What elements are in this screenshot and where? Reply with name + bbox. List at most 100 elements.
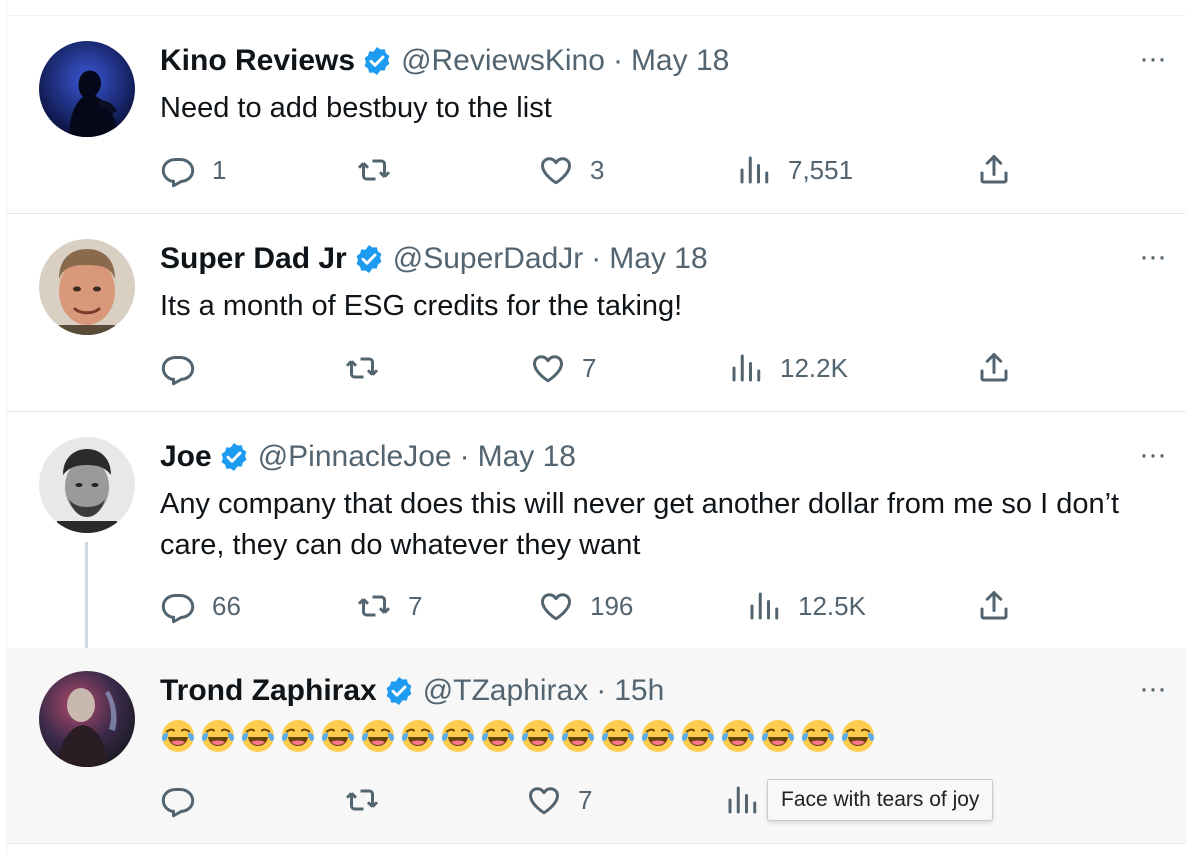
- action-bar: 1 3 7,551: [160, 150, 1186, 190]
- retweet-button[interactable]: [344, 348, 396, 388]
- share-button[interactable]: [976, 348, 1012, 388]
- thread-connector: [85, 542, 88, 662]
- retweet-button[interactable]: 7: [356, 586, 422, 626]
- face-with-tears-of-joy-icon: [840, 718, 876, 754]
- tweet[interactable]: Super Dad Jr @SuperDadJr · May 18 ··· It…: [6, 214, 1186, 412]
- share-button[interactable]: [976, 586, 1012, 626]
- views-icon: [728, 350, 764, 386]
- more-icon[interactable]: ···: [1139, 242, 1167, 272]
- like-button[interactable]: 196: [538, 586, 633, 626]
- avatar[interactable]: [39, 671, 135, 767]
- verified-badge-icon: [383, 675, 415, 707]
- like-icon: [538, 588, 574, 624]
- face-with-tears-of-joy-icon: [200, 718, 236, 754]
- retweet-icon: [356, 152, 392, 188]
- face-with-tears-of-joy-icon: [560, 718, 596, 754]
- display-name[interactable]: Kino Reviews: [160, 44, 355, 78]
- like-button[interactable]: 7: [530, 348, 596, 388]
- like-count: 7: [582, 352, 597, 383]
- tweet-header: Joe @PinnacleJoe · May 18: [160, 440, 576, 474]
- reply-button[interactable]: 66: [160, 586, 241, 626]
- like-icon: [538, 152, 574, 188]
- view-count: 7,551: [788, 154, 854, 185]
- avatar[interactable]: [39, 41, 135, 137]
- views-button[interactable]: 12.2K: [728, 348, 848, 388]
- face-with-tears-of-joy-icon: [720, 718, 756, 754]
- separator: ·: [591, 242, 602, 275]
- face-with-tears-of-joy-icon: [680, 718, 716, 754]
- retweet-button[interactable]: [356, 150, 408, 190]
- divider: [6, 843, 1186, 844]
- reply-button[interactable]: [160, 348, 212, 388]
- like-count: 3: [590, 154, 605, 185]
- reply-icon: [160, 350, 196, 386]
- more-icon[interactable]: ···: [1139, 674, 1167, 704]
- retweet-button[interactable]: [344, 780, 396, 820]
- share-button[interactable]: [976, 150, 1012, 190]
- user-handle[interactable]: @PinnacleJoe: [258, 440, 452, 474]
- face-with-tears-of-joy-icon: [320, 718, 356, 754]
- timestamp[interactable]: May 18: [478, 440, 576, 474]
- verified-badge-icon: [353, 243, 385, 275]
- tweet[interactable]: Joe @PinnacleJoe · May 18 ··· Any compan…: [6, 412, 1186, 662]
- like-count: 7: [578, 784, 593, 815]
- share-icon: [976, 350, 1012, 386]
- views-icon: [724, 782, 760, 818]
- avatar[interactable]: [39, 239, 135, 335]
- user-handle[interactable]: @SuperDadJr: [393, 242, 584, 276]
- tweet-header: Trond Zaphirax @TZaphirax · 15h: [160, 674, 664, 708]
- view-count: 12.2K: [780, 352, 848, 383]
- timestamp[interactable]: May 18: [609, 242, 707, 276]
- tweet-text: Its a month of ESG credits for the takin…: [160, 290, 683, 322]
- views-icon: [746, 588, 782, 624]
- tweet-header: Kino Reviews @ReviewsKino · May 18: [160, 44, 729, 78]
- reply-button[interactable]: 1: [160, 150, 226, 190]
- reply-button[interactable]: [160, 780, 212, 820]
- user-handle[interactable]: @ReviewsKino: [401, 44, 605, 78]
- tweet-header: Super Dad Jr @SuperDadJr · May 18: [160, 242, 708, 276]
- like-count: 196: [590, 590, 634, 621]
- retweet-icon: [356, 588, 392, 624]
- retweet-count: 7: [408, 590, 423, 621]
- like-icon: [526, 782, 562, 818]
- face-with-tears-of-joy-icon: [360, 718, 396, 754]
- action-bar: 7 12.2K: [160, 348, 1186, 388]
- face-with-tears-of-joy-icon: [480, 718, 516, 754]
- share-icon: [976, 152, 1012, 188]
- reply-count: 1: [212, 154, 227, 185]
- views-button[interactable]: 12.5K: [746, 586, 866, 626]
- display-name[interactable]: Joe: [160, 440, 212, 474]
- display-name[interactable]: Trond Zaphirax: [160, 674, 377, 708]
- tweet-emoji-text: [160, 718, 876, 754]
- reply-icon: [160, 782, 196, 818]
- tweet[interactable]: Trond Zaphirax @TZaphirax · 15h ··· 7: [6, 648, 1186, 844]
- tweet-text: Any company that does this will never ge…: [160, 488, 1120, 561]
- separator: ·: [596, 674, 607, 707]
- reply-count: 66: [212, 590, 241, 621]
- face-with-tears-of-joy-icon: [800, 718, 836, 754]
- reply-icon: [160, 588, 196, 624]
- face-with-tears-of-joy-icon: [640, 718, 676, 754]
- action-bar: 66 7 196 12.5K: [160, 586, 1186, 626]
- timestamp[interactable]: May 18: [631, 44, 729, 78]
- more-icon[interactable]: ···: [1139, 44, 1167, 74]
- timestamp[interactable]: 15h: [614, 674, 664, 708]
- more-icon[interactable]: ···: [1139, 440, 1167, 470]
- action-bar: 7: [160, 780, 1186, 820]
- tweet-text: Need to add bestbuy to the list: [160, 92, 552, 124]
- display-name[interactable]: Super Dad Jr: [160, 242, 347, 276]
- reply-icon: [160, 152, 196, 188]
- face-with-tears-of-joy-icon: [600, 718, 636, 754]
- avatar[interactable]: [39, 437, 135, 533]
- face-with-tears-of-joy-icon: [400, 718, 436, 754]
- views-button[interactable]: 7,551: [736, 150, 853, 190]
- tweet[interactable]: Kino Reviews @ReviewsKino · May 18 ··· N…: [6, 16, 1186, 214]
- face-with-tears-of-joy-icon: [440, 718, 476, 754]
- retweet-icon: [344, 782, 380, 818]
- like-button[interactable]: 7: [526, 780, 592, 820]
- share-icon: [976, 588, 1012, 624]
- emoji-tooltip: Face with tears of joy: [767, 779, 994, 821]
- user-handle[interactable]: @TZaphirax: [423, 674, 589, 708]
- like-button[interactable]: 3: [538, 150, 604, 190]
- like-icon: [530, 350, 566, 386]
